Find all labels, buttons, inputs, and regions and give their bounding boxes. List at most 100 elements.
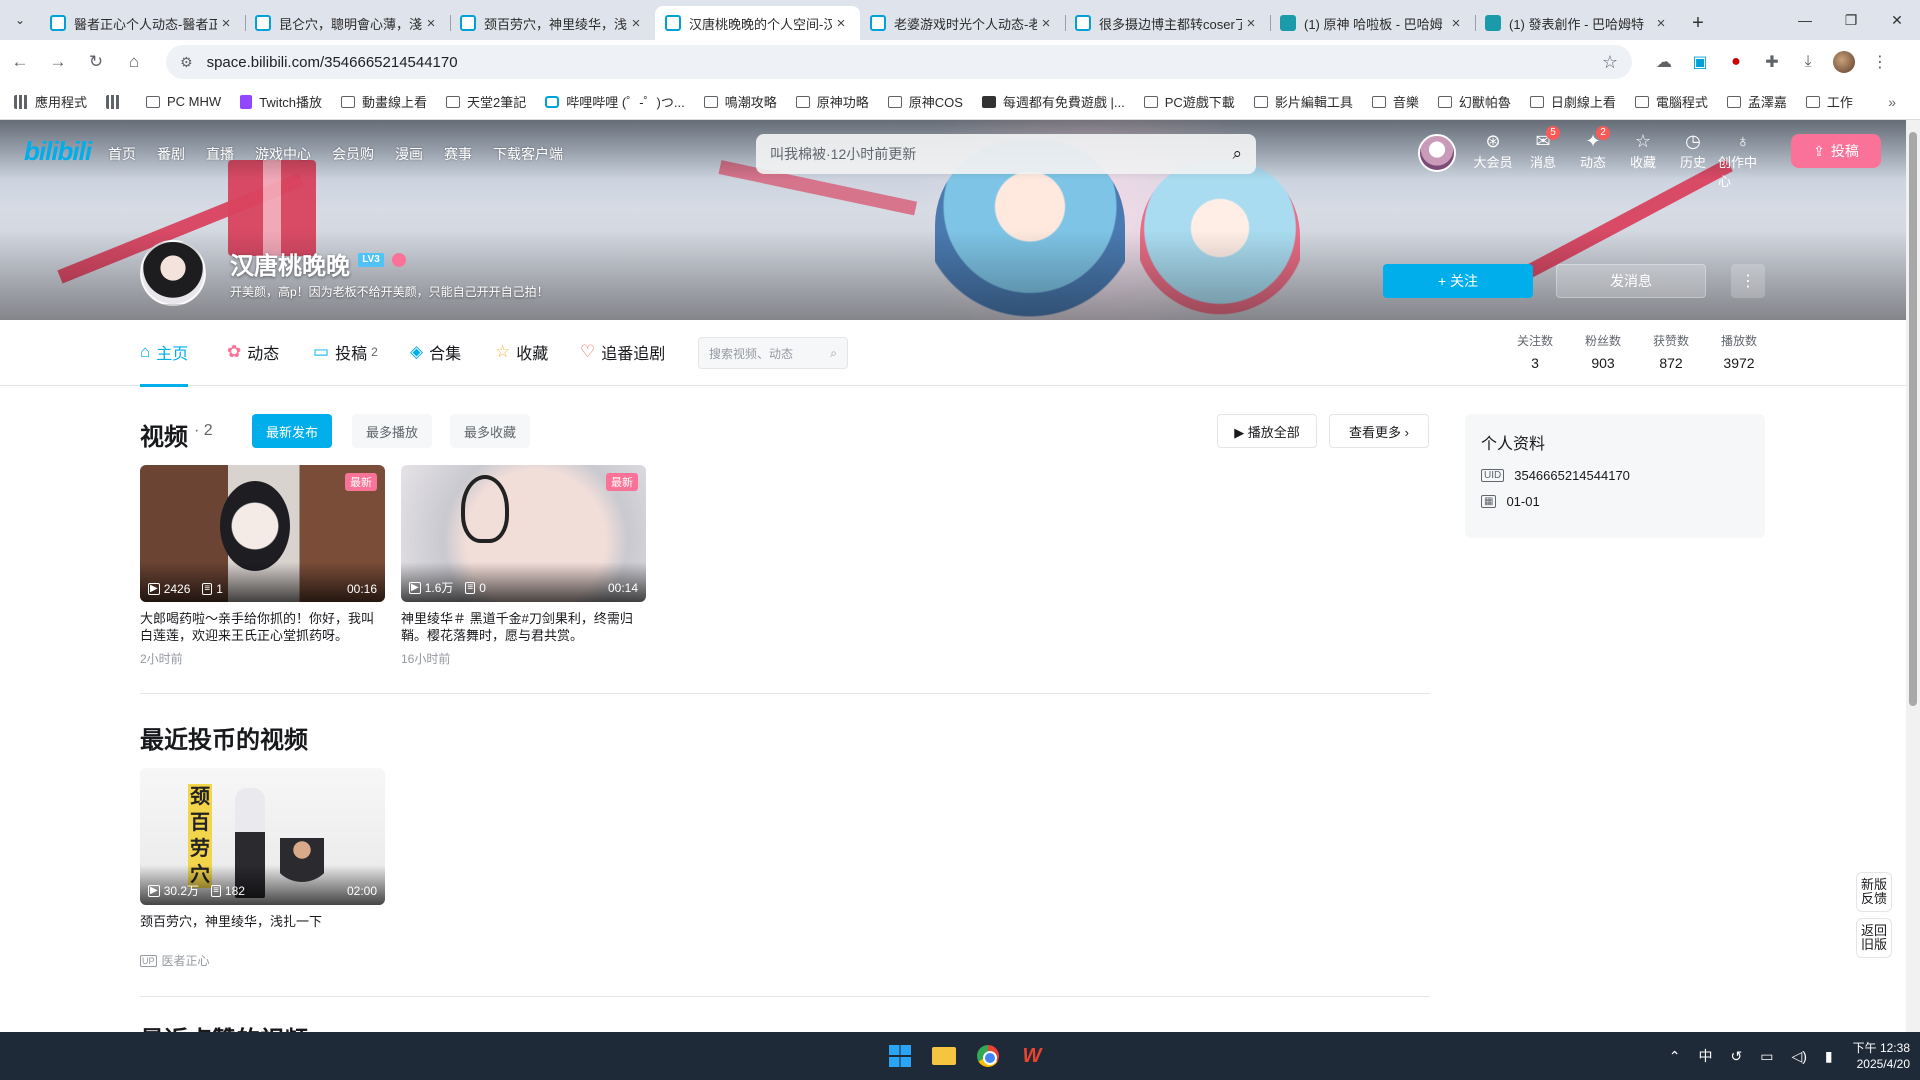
back-to-old-button[interactable]: 返回旧版 (1856, 918, 1892, 958)
back-icon[interactable]: ← (2, 44, 38, 80)
volume-icon[interactable]: ◁) (1791, 1048, 1806, 1065)
bookmark-folder[interactable]: 原神COS (887, 92, 963, 111)
close-icon[interactable]: × (627, 15, 645, 32)
dynamic-entry[interactable]: ✦ 2 动态 (1568, 126, 1618, 171)
upload-button[interactable]: ⇪ 投稿 (1791, 134, 1881, 168)
bookmark-folder[interactable]: 天堂2筆記 (446, 92, 526, 111)
bookmark-folder[interactable]: 電腦程式 (1634, 92, 1708, 111)
tab-collections[interactable]: ◈ 合集 (410, 340, 461, 364)
nav-live[interactable]: 直播 (206, 144, 234, 164)
download-icon[interactable]: ⤓ (1790, 44, 1826, 80)
nav-home[interactable]: 首页 (108, 144, 136, 164)
file-explorer-button[interactable] (922, 1038, 966, 1074)
more-bookmarks-icon[interactable]: » (1888, 94, 1896, 110)
nav-manga[interactable]: 漫画 (395, 144, 423, 164)
clock[interactable]: 下午 12:38 2025/4/20 (1853, 1040, 1910, 1072)
nav-mall[interactable]: 会员购 (332, 144, 374, 164)
video-card[interactable]: 最新 ▶ 2426 ≡ 1 00:16 大郎喝药啦～亲手给你抓的！你好，我叫白莲莲，… (140, 465, 385, 667)
scrollbar-thumb[interactable] (1909, 132, 1917, 706)
bookmark-item[interactable]: 哔哩哔哩 (゜-゜)つ... (545, 92, 685, 111)
extension-icon[interactable]: ☁ (1646, 44, 1682, 80)
browser-tab[interactable]: 颈百劳穴，神里绫华，浅扎 × (450, 6, 655, 40)
extension-icon[interactable]: ● (1718, 44, 1754, 80)
bookmark-folder[interactable]: PC遊戲下載 (1143, 92, 1235, 111)
battery-icon[interactable]: ▮ (1825, 1048, 1833, 1065)
tab-favorites[interactable]: ☆ 收藏 (495, 340, 548, 364)
see-more-button[interactable]: 查看更多 › (1329, 414, 1429, 448)
bookmark-item[interactable]: Twitch播放 (240, 92, 322, 111)
close-icon[interactable]: × (1652, 15, 1670, 32)
new-tab-button[interactable]: + (1680, 6, 1716, 40)
follow-button[interactable]: + 关注 (1383, 264, 1533, 298)
tray-overflow-icon[interactable]: ⌃ (1669, 1048, 1681, 1065)
nav-game-center[interactable]: 游戏中心 (255, 144, 311, 164)
chrome-button[interactable] (966, 1038, 1010, 1074)
bookmark-apps[interactable]: 應用程式 (14, 92, 87, 111)
bookmark-folder[interactable]: 工作 (1805, 92, 1853, 111)
close-icon[interactable]: × (1037, 15, 1055, 32)
bilibili-extension-icon[interactable]: ▣ (1682, 44, 1718, 80)
bookmark-folder[interactable]: 影片編輯工具 (1253, 92, 1353, 111)
browser-tab[interactable]: 老婆游戏时光个人动态-老 × (860, 6, 1065, 40)
close-icon[interactable]: × (1242, 15, 1260, 32)
video-thumbnail[interactable]: 最新 ▶ 1.6万 ≡ 0 00:14 (401, 465, 646, 602)
page-scrollbar[interactable] (1906, 120, 1920, 1032)
browser-tab[interactable]: 醫者正心个人动态-醫者正 × (40, 6, 245, 40)
ime-mode-icon[interactable]: ↺ (1731, 1048, 1743, 1065)
video-card[interactable]: 颈百劳穴 ▶30.2万 ≡182 02:00 颈百劳穴，神里绫华，浅扎一下 UP… (140, 768, 385, 969)
reload-icon[interactable]: ↻ (78, 44, 114, 80)
more-options-icon[interactable]: ⋮ (1731, 264, 1765, 298)
message-entry[interactable]: ✉ 5 消息 (1518, 126, 1568, 171)
close-icon[interactable]: × (422, 15, 440, 32)
history-entry[interactable]: ◷ 历史 (1668, 130, 1718, 171)
bookmark-folder[interactable]: 鳴潮攻略 (703, 92, 777, 111)
bookmark-folder[interactable]: PC MHW (146, 94, 221, 109)
bookmark-folder[interactable]: 孟澤嘉 (1726, 92, 1787, 111)
bookmark-folder[interactable]: 日劇線上看 (1529, 92, 1616, 111)
browser-tab[interactable]: (1) 發表創作 - 巴哈姆特 × (1475, 6, 1680, 40)
browser-tab-active[interactable]: 汉唐桃晚晚的个人空间-汉 × (655, 6, 860, 40)
play-all-button[interactable]: ▶ 播放全部 (1217, 414, 1317, 448)
nav-download-client[interactable]: 下载客户端 (493, 144, 563, 164)
bookmark-item[interactable] (106, 94, 127, 109)
video-card[interactable]: 最新 ▶ 1.6万 ≡ 0 00:14 神里绫华＃ 黑道千金#刀剑果利，终需归鞘。樱… (401, 465, 646, 667)
video-title[interactable]: 颈百劳穴，神里绫华，浅扎一下 (140, 913, 385, 930)
bookmark-star-icon[interactable]: ☆ (1602, 52, 1618, 73)
tab-home[interactable]: ⌂ 主页 (140, 340, 189, 387)
search-icon[interactable]: ⌕ (1232, 144, 1242, 164)
start-button[interactable] (878, 1038, 922, 1074)
profile-avatar[interactable] (1826, 44, 1862, 80)
puzzle-icon[interactable]: ✚ (1754, 44, 1790, 80)
videos-title[interactable]: 视频 (140, 417, 188, 452)
bookmark-folder[interactable]: 動畫線上看 (341, 92, 427, 111)
tab-bangumi[interactable]: ♡ 追番追剧 (580, 340, 665, 364)
sort-most-favorited-button[interactable]: 最多收藏 (450, 414, 531, 448)
space-search-input[interactable]: 搜索视频、动态 ⌕ (698, 337, 848, 369)
creator-entry[interactable]: ♁ 创作中心 (1718, 130, 1768, 190)
site-search-input[interactable]: 叫我棉被·12小时前更新 ⌕ (756, 134, 1256, 174)
sort-newest-button[interactable]: 最新发布 (252, 414, 333, 448)
home-icon[interactable]: ⌂ (116, 44, 152, 80)
site-info-icon[interactable]: ⚙ (180, 54, 193, 71)
close-window-icon[interactable]: ✕ (1874, 0, 1920, 40)
tab-dynamic[interactable]: ✿ 动态 (227, 340, 279, 364)
favorites-entry[interactable]: ☆ 收藏 (1618, 130, 1668, 171)
tab-uploads[interactable]: ▭ 投稿 2 (313, 340, 378, 364)
bookmark-item[interactable]: 每週都有免費遊戲 |... (981, 92, 1125, 111)
send-message-button[interactable]: 发消息 (1556, 264, 1706, 298)
vip-entry[interactable]: ⊛ 大会员 (1468, 130, 1518, 171)
network-icon[interactable]: ▭ (1760, 1048, 1773, 1065)
bookmark-folder[interactable]: 幻獸帕魯 (1437, 92, 1511, 111)
minimize-icon[interactable]: — (1782, 0, 1828, 40)
browser-tab[interactable]: 昆仑穴，聰明會心薄，淺扎 × (245, 6, 450, 40)
bilibili-logo[interactable]: bilibili (24, 136, 92, 167)
video-thumbnail[interactable]: 最新 ▶ 2426 ≡ 1 00:16 (140, 465, 385, 602)
video-title[interactable]: 大郎喝药啦～亲手给你抓的！你好，我叫白莲莲，欢迎来王氏正心堂抓药呀。 (140, 610, 385, 644)
video-title[interactable]: 神里绫华＃ 黑道千金#刀剑果利，终需归鞘。樱花落舞时，愿与君共赏。 (401, 610, 646, 644)
stat-following[interactable]: 关注数 3 (1505, 332, 1565, 371)
forward-icon[interactable]: → (40, 44, 76, 80)
nav-match[interactable]: 赛事 (444, 144, 472, 164)
bookmark-folder[interactable]: 原神功略 (795, 92, 869, 111)
browser-tab[interactable]: 很多摄边博主都转coser了 × (1065, 6, 1270, 40)
user-avatar[interactable] (1418, 134, 1456, 172)
